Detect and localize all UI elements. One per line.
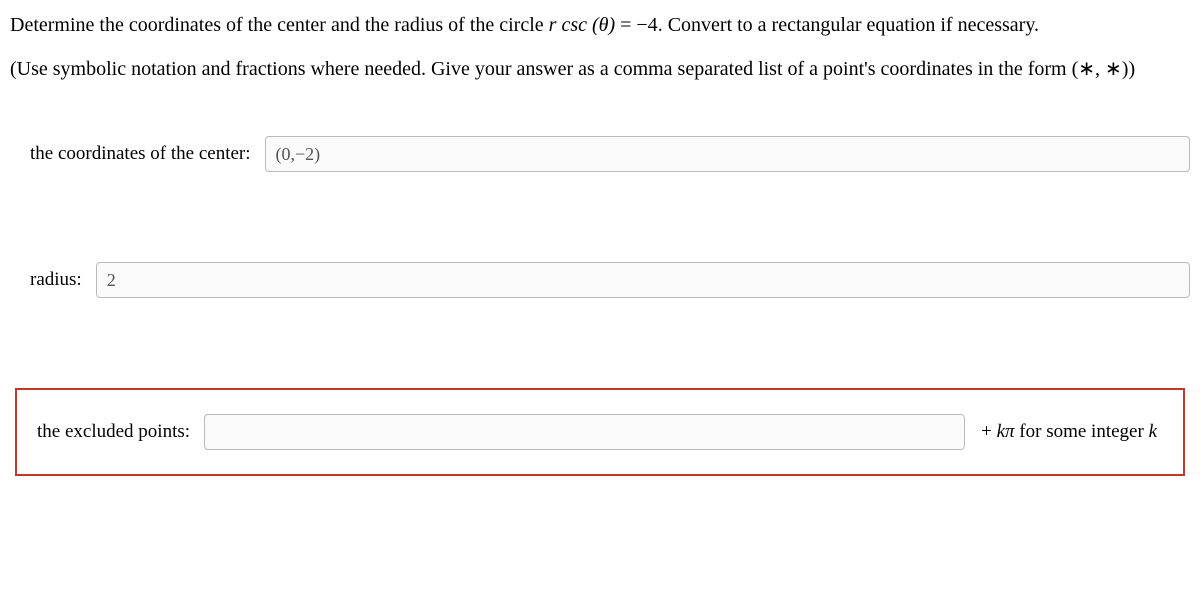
suffix-text: for some integer — [1015, 421, 1149, 442]
suffix-prefix: + — [981, 421, 996, 442]
excluded-points-container: the excluded points: + kπ for some integ… — [15, 388, 1185, 476]
instruction-text: (Use symbolic notation and fractions whe… — [10, 52, 1190, 86]
excluded-suffix: + kπ for some integer k — [981, 421, 1157, 443]
question-main-before: Determine the coordinates of the center … — [10, 14, 549, 36]
radius-input[interactable] — [96, 262, 1190, 298]
excluded-input[interactable] — [204, 414, 965, 450]
center-input[interactable] — [265, 136, 1190, 172]
suffix-pi: π — [1005, 421, 1015, 442]
center-label: the coordinates of the center: — [30, 143, 251, 165]
suffix-k: k — [997, 421, 1005, 442]
radius-answer-row: radius: — [30, 262, 1190, 298]
radius-label: radius: — [30, 269, 82, 291]
equation-equals: = — [615, 14, 636, 36]
equation-lhs: r csc (θ) — [549, 14, 615, 36]
question-text: Determine the coordinates of the center … — [10, 8, 1190, 42]
equation-rhs: −4 — [636, 14, 657, 36]
suffix-k2: k — [1149, 421, 1157, 442]
center-answer-row: the coordinates of the center: — [30, 136, 1190, 172]
excluded-label: the excluded points: — [37, 421, 190, 443]
question-main-after: . Convert to a rectangular equation if n… — [658, 14, 1039, 36]
